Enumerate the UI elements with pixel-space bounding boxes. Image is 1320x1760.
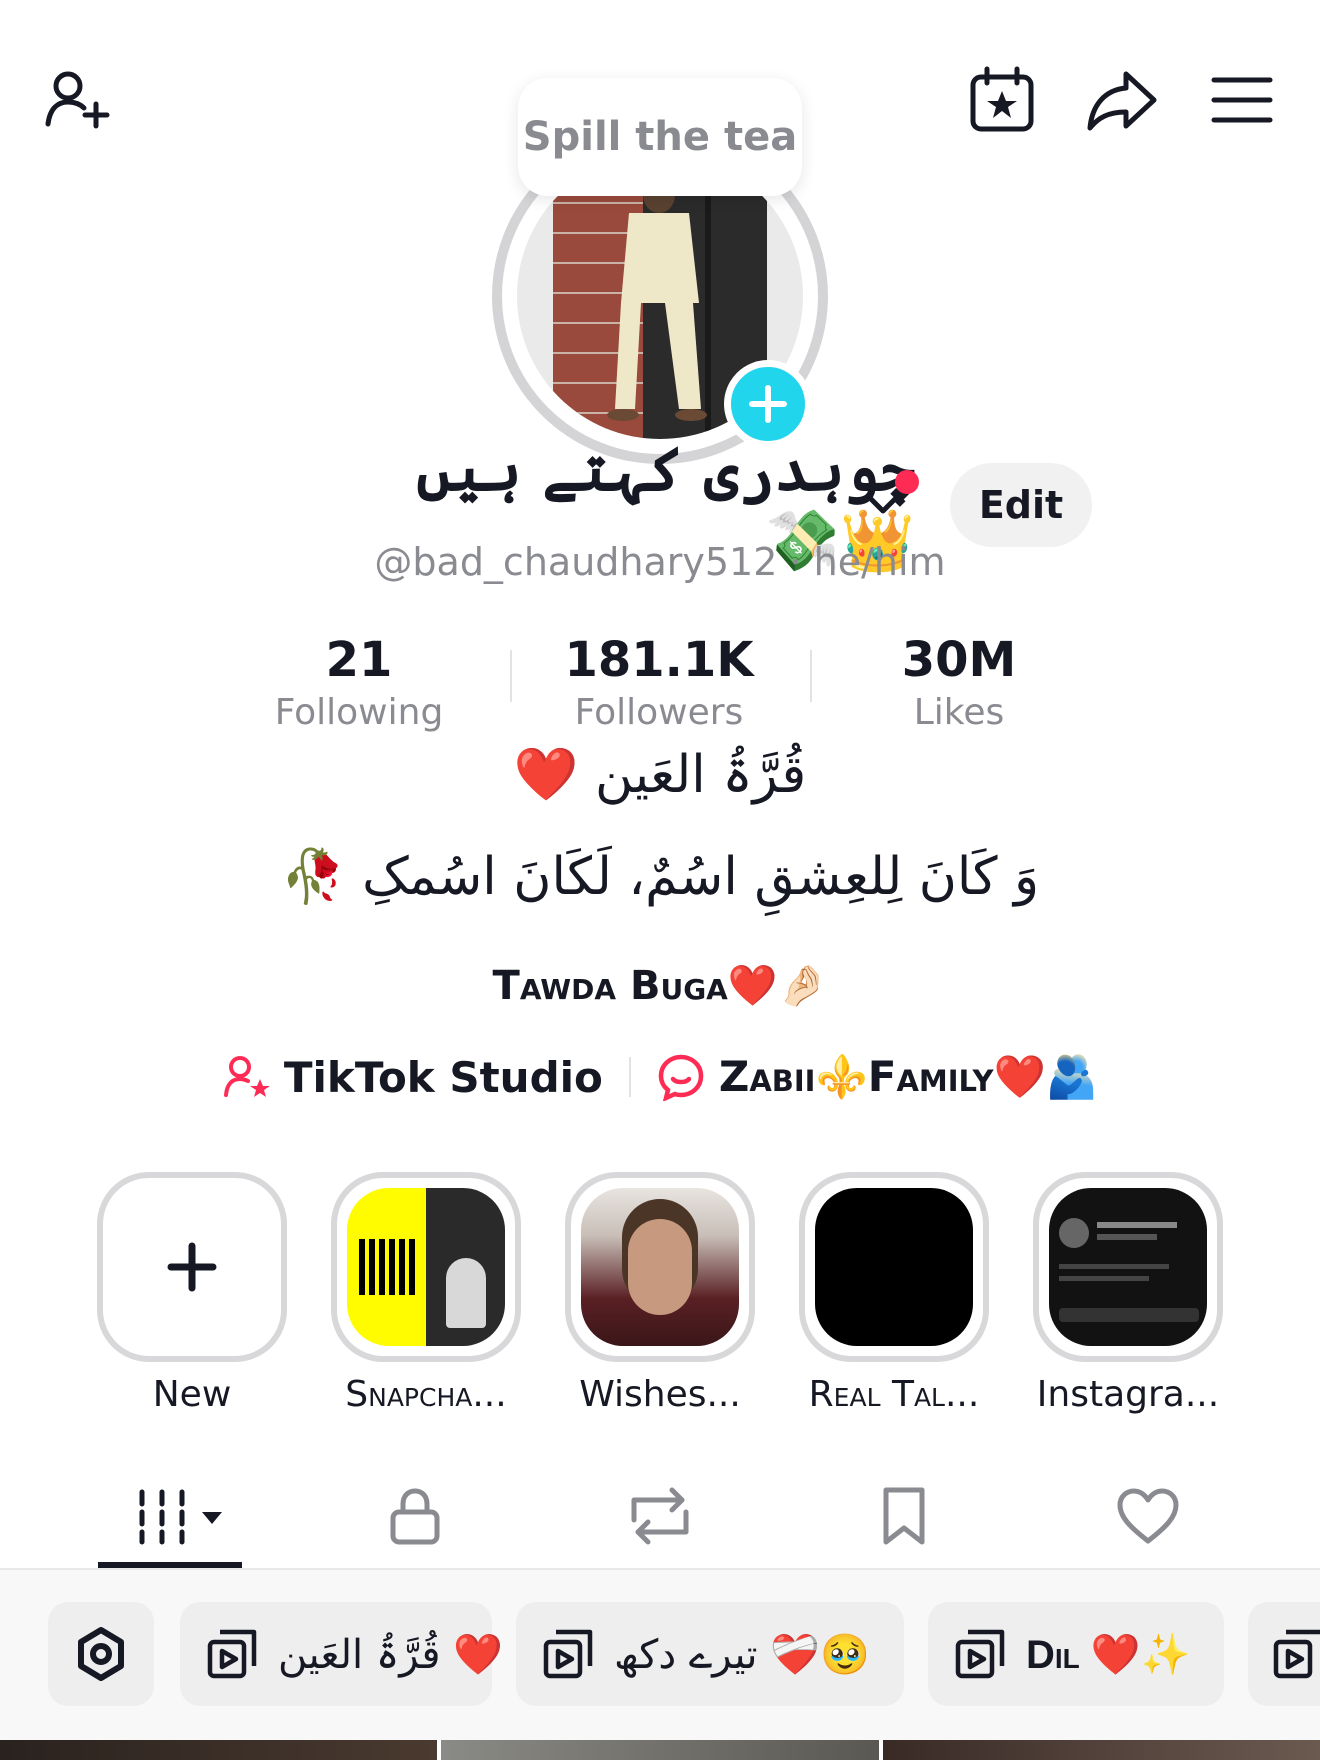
spill-the-tea-tooltip[interactable]: Spill the tea [518,78,802,196]
video-thumbnail[interactable] [441,1740,879,1760]
stat-following[interactable]: 21 Following [229,630,489,736]
playlist-icon [1272,1628,1320,1680]
playlist-title: Dil ❤️✨ [1026,1632,1191,1677]
video-grid [0,1740,1320,1760]
highlight-label: New [152,1374,232,1415]
display-name: چوہدری کہتے ہیں 👑💸 [416,434,915,576]
plus-icon [167,1242,217,1292]
gear-icon [71,1624,131,1684]
tab-favorites[interactable] [834,1476,974,1556]
highlight-label: Real Tal... [808,1374,980,1415]
highlight-real-talk[interactable]: Real Tal... [799,1172,989,1415]
followers-label: Followers [574,692,744,733]
highlight-label: Wishes... [579,1374,741,1415]
username-pronouns: @bad_chaudhary512 · he/him [374,540,946,584]
following-label: Following [274,692,444,733]
highlight-new[interactable]: New [97,1172,287,1415]
highlight-label: Snapcha... [345,1374,507,1415]
likes-count: 30M [901,632,1017,688]
highlight-instagram[interactable]: Instagra... [1033,1172,1223,1415]
playlist-title: تیرے دکھ ❤️‍🩹🥹 [614,1631,870,1678]
wishes-thumbnail [581,1188,739,1346]
following-count: 21 [325,632,393,688]
playlist-title: قُرَّۃُ العَین ❤️ [278,1631,503,1678]
highlight-ring [1033,1172,1223,1362]
add-story-button[interactable] [724,360,812,448]
group-name-label: Zabii⚜️Family❤️🫂 [718,1052,1099,1101]
group-chat-link[interactable]: Zabii⚜️Family❤️🫂 [657,1052,1098,1102]
highlight-new-ring [97,1172,287,1362]
profile-links-row: TikTok Studio Zabii⚜️Family❤️🫂 [0,1052,1320,1102]
tab-liked[interactable] [1078,1476,1218,1556]
instagram-thumbnail [1049,1188,1207,1346]
likes-label: Likes [913,692,1005,733]
user-star-icon [222,1053,270,1101]
playlist-chip-partial[interactable] [1248,1602,1320,1706]
highlight-ring [331,1172,521,1362]
highlight-label: Instagra... [1036,1374,1220,1415]
followers-count: 181.1K [564,632,754,688]
edit-profile-button[interactable]: Edit [950,463,1092,547]
tab-reposts[interactable] [590,1476,730,1556]
highlight-ring [565,1172,755,1362]
stat-followers[interactable]: 181.1K Followers [529,630,789,736]
real-talk-thumbnail [815,1188,973,1346]
playlist-icon [206,1628,258,1680]
snapchat-thumbnail [347,1188,505,1346]
share-icon[interactable] [1082,60,1162,140]
playlist-icon [954,1628,1006,1680]
calendar-star-icon[interactable] [962,60,1042,140]
highlight-wishes[interactable]: Wishes... [565,1172,755,1415]
stat-likes[interactable]: 30M Likes [829,630,1089,736]
playlist-chip[interactable]: قُرَّۃُ العَین ❤️ [180,1602,503,1706]
bio-line-1: قُرَّۃُ العَین ❤️ [513,745,807,805]
playlist-chip[interactable]: تیرے دکھ ❤️‍🩹🥹 [516,1602,904,1706]
highlight-ring [799,1172,989,1362]
tab-videos[interactable] [100,1476,240,1556]
video-thumbnail[interactable] [0,1740,438,1760]
playlist-chip[interactable]: Dil ❤️✨ [928,1602,1224,1706]
playlist-settings-button[interactable] [48,1602,154,1706]
playlist-icon [542,1628,594,1680]
highlight-snapchat[interactable]: Snapcha... [331,1172,521,1415]
tiktok-studio-label: TikTok Studio [283,1052,603,1102]
links-divider [628,1057,631,1097]
tiktok-studio-link[interactable]: TikTok Studio [222,1053,603,1102]
group-chat-icon [657,1053,705,1101]
tab-private[interactable] [345,1476,485,1556]
stat-divider [510,650,512,702]
notification-dot [895,470,919,494]
video-thumbnail[interactable] [882,1740,1320,1760]
bio-line-2: وَ کَانَ لِلعِشقِ اسُمٌ، لَکَانَ اسُمکِ … [280,847,1040,907]
add-friend-icon[interactable] [38,60,118,140]
menu-icon[interactable] [1202,60,1282,140]
stat-divider [810,650,812,702]
playlist-bar: قُرَّۃُ العَین ❤️ تیرے دکھ ❤️‍🩹🥹 Dil ❤️✨ [0,1570,1320,1740]
bio-line-3: Tawda Buga❤️🤌🏻 [492,963,828,1009]
